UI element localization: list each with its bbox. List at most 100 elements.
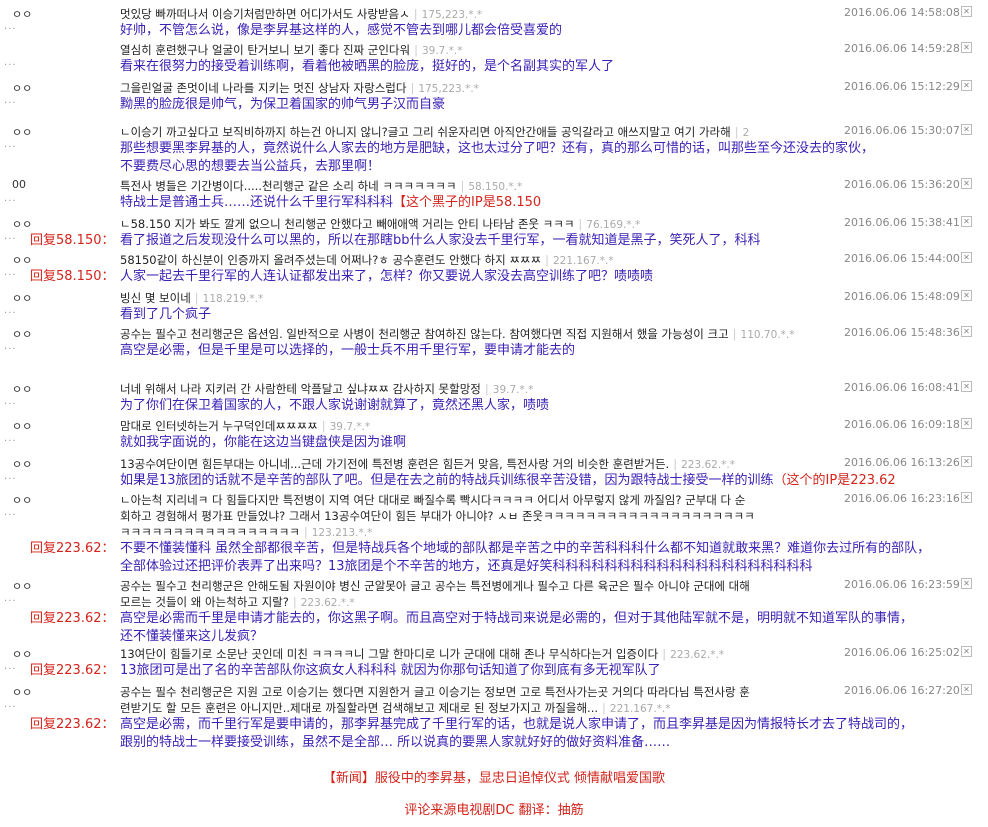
comment-original-line2: 회하고 경험해서 평가표 만들었냐? 그래서 13공수여단이 힘든 부대가 아니…	[120, 509, 755, 523]
more-icon[interactable]: ···	[4, 510, 17, 521]
comment-timestamp: 2016.06.06 15:44:00	[844, 252, 960, 265]
comment-user[interactable]: ㅇㅇ	[12, 492, 32, 508]
reply-target: 回复223.62：	[30, 611, 115, 626]
comment-user[interactable]: ㅇㅇ	[12, 684, 32, 700]
comment-original: ㄴ58.150 지가 봐도 깔게 없으니 천리행군 안했다고 빼애애액 거리는 …	[120, 217, 641, 231]
comment-user[interactable]: ㅇㅇ	[12, 418, 32, 434]
close-icon[interactable]: ✕	[961, 216, 972, 227]
comment-translation: 为了你们在保卫着国家的人，不跟人家说谢谢就算了，竟然还黑人家，啧啧	[120, 398, 550, 413]
comment-user[interactable]: ㅇㅇ	[12, 646, 32, 662]
close-icon[interactable]: ✕	[961, 124, 972, 135]
comment-user[interactable]: ㅇㅇ	[12, 80, 32, 96]
comment-original: 너네 위해서 나라 지키러 간 사람한테 악플달고 싶냐ㅉㅉ 감사하지 못할망정…	[120, 382, 534, 396]
comment-translation: 好帅，不管怎么说，像是李昇基这样的人，感觉不管去到哪儿都会倍受喜爱的	[120, 23, 563, 38]
comment-original-line3: ㅋㅋㅋㅋㅋㅋㅋㅋㅋㅋㅋㅋㅋㅋㅋㅋㅋ | 123.213.*.*	[120, 525, 373, 539]
comment-timestamp: 2016.06.06 14:58:08	[844, 6, 960, 19]
comment-user[interactable]: ㅇㅇ	[12, 290, 32, 306]
comment-original: 공수는 필수 천리행군은 지원 고로 이승기는 했다면 지원한거 글고 이승기는…	[120, 685, 750, 699]
close-icon[interactable]: ✕	[961, 492, 972, 503]
reply-target: 回复223.62：	[30, 717, 115, 732]
comment-original: 열심히 훈련했구나 얼굴이 탄거보니 보기 좋다 진짜 군인다워 | 39.7.*.…	[120, 43, 463, 57]
reply-target: 回复223.62：	[30, 541, 115, 556]
ip-note: （这个的IP是223.62	[773, 473, 896, 488]
close-icon[interactable]: ✕	[961, 80, 972, 91]
comment-timestamp: 2016.06.06 15:48:36	[844, 326, 960, 339]
more-icon[interactable]: ···	[4, 436, 17, 447]
close-icon[interactable]: ✕	[961, 646, 972, 657]
comment-timestamp: 2016.06.06 16:09:18	[844, 418, 960, 431]
comment-user[interactable]: ㅇㅇ	[12, 456, 32, 472]
more-icon[interactable]: ···	[4, 270, 17, 281]
more-icon[interactable]: ···	[4, 344, 17, 355]
comment-original: 빙신 몇 보이네 | 118.219.*.*	[120, 291, 264, 305]
close-icon[interactable]: ✕	[961, 6, 972, 17]
comment-original-line2: 련받기도 할 모든 훈련은 아니지만..제대로 까질할라면 검색해보고 제대로 …	[120, 701, 671, 715]
comment-user[interactable]: ㅇㅇ	[12, 216, 32, 232]
comment-timestamp: 2016.06.06 15:36:20	[844, 178, 960, 191]
close-icon[interactable]: ✕	[961, 578, 972, 589]
more-icon[interactable]: ···	[4, 399, 17, 410]
comment-timestamp: 2016.06.06 15:48:09	[844, 290, 960, 303]
more-icon[interactable]: ···	[4, 308, 17, 319]
more-icon[interactable]: ···	[4, 596, 17, 607]
comment-translation: 特战士是普通士兵……还说什么千里行军科科科【这个黑子的IP是58.150	[120, 195, 542, 210]
comment-translation: 黝黑的脸庞很是帅气，为保卫着国家的帅气男子汉而自豪	[120, 97, 446, 112]
comment-user[interactable]: ㅇㅇ	[12, 578, 32, 594]
comment-translation: 看来在很努力的接受着训练啊，看着他被晒黑的脸庞，挺好的，是个名副其实的军人了	[120, 59, 615, 74]
comment-translation: 13旅团可是出了名的辛苦部队你这疯女人科科科 就因为你那句话知道了你到底有多无视…	[120, 663, 661, 678]
more-icon[interactable]: ···	[4, 142, 17, 153]
comment-original: ㄴ아는척 지리네ㅋ 다 힘들다지만 특전병이 지역 여단 대대로 빠질수록 빡시…	[120, 493, 746, 507]
more-icon[interactable]: ···	[4, 234, 17, 245]
comment-translation-line2: 全部体验过还把评价表弄了出来吗？13旅团是个不辛苦的地方，还真是好笑科科科科科科…	[120, 559, 813, 574]
comment-original: 58150같이 하신분이 인증까지 올려주셨는데 어쩌나?ㅎ 공수훈련도 안했다…	[120, 253, 614, 267]
reply-target: 回复58.150：	[30, 269, 115, 284]
comment-user[interactable]: ㅇㅇ	[12, 252, 32, 268]
comment-original: 공수는 필수고 천리행군은 안해도됨 자원이야 병신 군알못아 글고 공수는 특…	[120, 579, 750, 593]
comment-translation: 人家一起去千里行军的人连认证都发出来了，怎样？你又要说人家没去高空训练了吧？啧啧…	[120, 269, 654, 284]
comment-original: 맘대로 인터넷하는거 누구덕인데ㅉㅉㅉㅉ | 39.7.*.*	[120, 419, 371, 433]
close-icon[interactable]: ✕	[961, 290, 972, 301]
comment-user[interactable]: 00	[12, 178, 26, 191]
close-icon[interactable]: ✕	[961, 381, 972, 392]
more-icon[interactable]: ···	[4, 60, 17, 71]
comment-original-line2: 모르는 것들이 왜 아는척하고 지랄? | 223.62.*.*	[120, 595, 355, 609]
close-icon[interactable]: ✕	[961, 684, 972, 695]
comment-original: 공수는 필수고 천리행군은 옵션임. 일반적으로 사병이 천리행군 참여하진 않…	[120, 327, 795, 341]
more-icon[interactable]: ···	[4, 474, 17, 485]
comment-translation: 看到了几个疯子	[120, 307, 212, 322]
comment-timestamp: 2016.06.06 16:23:59	[844, 578, 960, 591]
comment-timestamp: 2016.06.06 16:08:41	[844, 381, 960, 394]
comment-user[interactable]: ㅇㅇ	[12, 6, 32, 22]
comment-timestamp: 2016.06.06 16:25:02	[844, 646, 960, 659]
close-icon[interactable]: ✕	[961, 456, 972, 467]
comment-translation: 就如我字面说的，你能在这边当键盘侠是因为谁啊	[120, 435, 407, 450]
reply-target: 回复58.150：	[30, 233, 115, 248]
comment-user[interactable]: ㅇㅇ	[12, 326, 32, 342]
close-icon[interactable]: ✕	[961, 178, 972, 189]
close-icon[interactable]: ✕	[961, 42, 972, 53]
comment-timestamp: 2016.06.06 14:59:28	[844, 42, 960, 55]
close-icon[interactable]: ✕	[961, 326, 972, 337]
comment-user[interactable]: ㅇㅇ	[12, 381, 32, 397]
comment-original: 특전사 병들은 기간병이다.....천리행군 같은 소리 하네 ㅋㅋㅋㅋㅋㅋㅋ |…	[120, 179, 523, 193]
more-icon[interactable]: ···	[4, 702, 17, 713]
comment-timestamp: 2016.06.06 16:23:16	[844, 492, 960, 505]
comment-translation: 不要不懂装懂科 虽然全部都很辛苦，但是特战兵各个地域的部队都是辛苦之中的辛苦科科…	[120, 541, 931, 556]
reply-target: 回复223.62：	[30, 663, 115, 678]
more-icon[interactable]: ···	[4, 196, 17, 207]
comment-translation-line2: 还不懂装懂来这儿发疯？	[120, 629, 264, 644]
comment-translation-line2: 跟别的特战士一样要接受训练，虽然不是全部… 所以说真的要黑人家就好好的做好资料准…	[120, 735, 671, 750]
news-link[interactable]: 【新闻】服役中的李昇基，显忠日追悼仪式 倾情献唱爱国歌	[0, 767, 988, 786]
more-icon[interactable]: ···	[4, 98, 17, 109]
more-icon[interactable]: ···	[4, 24, 17, 35]
close-icon[interactable]: ✕	[961, 418, 972, 429]
comment-user[interactable]: ㅇㅇ	[12, 124, 32, 140]
comment-translation: 高空是必需，但是千里是可以选择的，一般士兵不用千里行军，要申请才能去的	[120, 343, 576, 358]
comment-timestamp: 2016.06.06 15:30:07	[844, 124, 960, 137]
comment-timestamp: 2016.06.06 15:38:41	[844, 216, 960, 229]
comment-timestamp: 2016.06.06 15:12:29	[844, 80, 960, 93]
close-icon[interactable]: ✕	[961, 252, 972, 263]
comment-original: 그을린얼굴 존멋이네 나라를 지키는 멋진 상남자 자랑스럽다 | 175,223.…	[120, 81, 479, 95]
more-icon[interactable]: ···	[4, 664, 17, 675]
comment-timestamp: 2016.06.06 16:27:20	[844, 684, 960, 697]
